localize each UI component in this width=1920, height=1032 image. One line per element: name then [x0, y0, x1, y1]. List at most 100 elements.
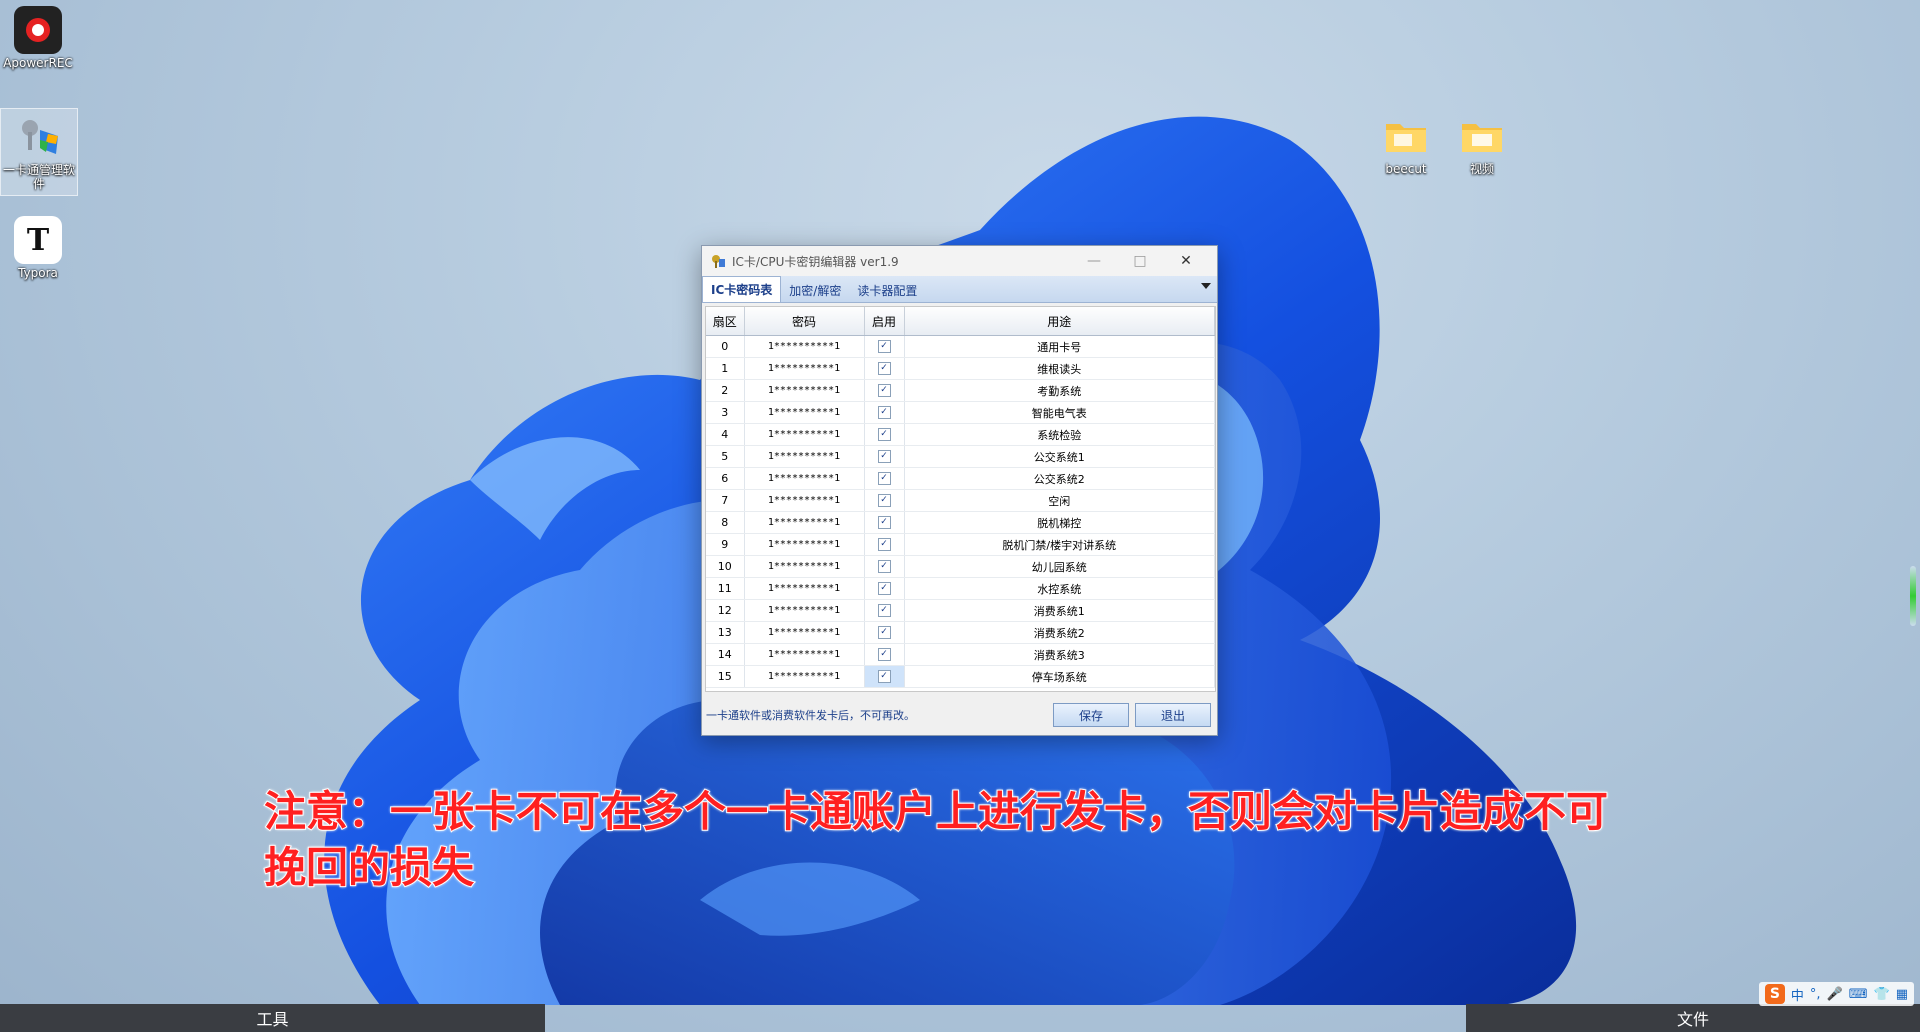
- password-cell[interactable]: 1**********1: [744, 489, 865, 512]
- usage-cell[interactable]: 消费系统3: [904, 643, 1215, 666]
- password-cell[interactable]: 1**********1: [744, 423, 865, 446]
- column-header-enabled[interactable]: 启用: [864, 307, 905, 336]
- table-row[interactable]: 11 1**********1 ✓ 水控系统: [706, 577, 1215, 600]
- table-row[interactable]: 0 1**********1 ✓ 通用卡号: [706, 335, 1215, 358]
- sector-cell[interactable]: 2: [706, 379, 745, 402]
- enabled-cell[interactable]: ✓: [864, 511, 905, 534]
- enabled-cell[interactable]: ✓: [864, 401, 905, 424]
- enabled-cell[interactable]: ✓: [864, 489, 905, 512]
- sector-cell[interactable]: 13: [706, 621, 745, 644]
- maximize-icon[interactable]: □: [1117, 246, 1163, 276]
- save-button[interactable]: 保存: [1053, 703, 1129, 727]
- usage-cell[interactable]: 维根读头: [904, 357, 1215, 380]
- enabled-checkbox[interactable]: ✓: [877, 494, 891, 508]
- usage-cell[interactable]: 通用卡号: [904, 335, 1215, 358]
- table-row[interactable]: 13 1**********1 ✓ 消费系统2: [706, 621, 1215, 644]
- usage-cell[interactable]: 脱机门禁/楼宇对讲系统: [904, 533, 1215, 556]
- password-cell[interactable]: 1**********1: [744, 621, 865, 644]
- enabled-cell[interactable]: ✓: [864, 533, 905, 556]
- enabled-checkbox[interactable]: ✓: [877, 428, 891, 442]
- usage-cell[interactable]: 考勤系统: [904, 379, 1215, 402]
- punctuation-toggle[interactable]: °,: [1810, 987, 1821, 1002]
- column-header-usage[interactable]: 用途: [904, 307, 1215, 336]
- toolbox-icon[interactable]: ▦: [1896, 987, 1908, 1002]
- enabled-cell[interactable]: ✓: [864, 665, 905, 688]
- sector-cell[interactable]: 8: [706, 511, 745, 534]
- microphone-icon[interactable]: 🎤: [1827, 987, 1843, 1002]
- enabled-checkbox[interactable]: ✓: [877, 626, 891, 640]
- usage-cell[interactable]: 空闲: [904, 489, 1215, 512]
- table-row[interactable]: 10 1**********1 ✓ 幼儿园系统: [706, 555, 1215, 578]
- table-row[interactable]: 14 1**********1 ✓ 消费系统3: [706, 643, 1215, 666]
- password-cell[interactable]: 1**********1: [744, 533, 865, 556]
- password-cell[interactable]: 1**********1: [744, 511, 865, 534]
- table-row[interactable]: 3 1**********1 ✓ 智能电气表: [706, 401, 1215, 424]
- desktop-icon-typora[interactable]: T Typora: [0, 212, 76, 280]
- usage-cell[interactable]: 脱机梯控: [904, 511, 1215, 534]
- table-row[interactable]: 6 1**********1 ✓ 公交系统2: [706, 467, 1215, 490]
- sector-cell[interactable]: 5: [706, 445, 745, 468]
- table-row[interactable]: 15 1**********1 ✓ 停车场系统: [706, 665, 1215, 688]
- table-row[interactable]: 4 1**********1 ✓ 系统检验: [706, 423, 1215, 446]
- enabled-checkbox[interactable]: ✓: [877, 450, 891, 464]
- enabled-cell[interactable]: ✓: [864, 577, 905, 600]
- tab-dropdown-icon[interactable]: [1201, 283, 1211, 289]
- password-cell[interactable]: 1**********1: [744, 555, 865, 578]
- desktop-icon-card-manager[interactable]: 一卡通管理软件: [0, 108, 78, 196]
- skin-icon[interactable]: 👕: [1874, 987, 1890, 1002]
- sector-cell[interactable]: 7: [706, 489, 745, 512]
- enabled-cell[interactable]: ✓: [864, 335, 905, 358]
- table-row[interactable]: 5 1**********1 ✓ 公交系统1: [706, 445, 1215, 468]
- column-header-sector[interactable]: 扇区: [706, 307, 745, 336]
- bottom-bar-files[interactable]: 文件: [1466, 1004, 1920, 1032]
- sector-cell[interactable]: 1: [706, 357, 745, 380]
- sector-cell[interactable]: 0: [706, 335, 745, 358]
- usage-cell[interactable]: 幼儿园系统: [904, 555, 1215, 578]
- exit-button[interactable]: 退出: [1135, 703, 1211, 727]
- enabled-cell[interactable]: ✓: [864, 599, 905, 622]
- enabled-cell[interactable]: ✓: [864, 423, 905, 446]
- password-cell[interactable]: 1**********1: [744, 335, 865, 358]
- enabled-checkbox[interactable]: ✓: [877, 648, 891, 662]
- usage-cell[interactable]: 公交系统2: [904, 467, 1215, 490]
- password-cell[interactable]: 1**********1: [744, 445, 865, 468]
- password-cell[interactable]: 1**********1: [744, 643, 865, 666]
- tab-ic-password-table[interactable]: IC卡密码表: [702, 276, 782, 302]
- enabled-checkbox[interactable]: ✓: [877, 406, 891, 420]
- table-row[interactable]: 1 1**********1 ✓ 维根读头: [706, 357, 1215, 380]
- tab-reader-config[interactable]: 读卡器配置: [849, 278, 925, 302]
- column-header-password[interactable]: 密码: [744, 307, 865, 336]
- desktop-icon-video[interactable]: 视频: [1444, 108, 1520, 176]
- password-cell[interactable]: 1**********1: [744, 599, 865, 622]
- enabled-checkbox[interactable]: ✓: [877, 384, 891, 398]
- desktop-icon-apowerrec[interactable]: ApowerREC: [0, 2, 76, 70]
- password-cell[interactable]: 1**********1: [744, 357, 865, 380]
- sector-cell[interactable]: 15: [706, 665, 745, 688]
- desktop-icon-beecut[interactable]: beecut: [1368, 108, 1444, 176]
- password-cell[interactable]: 1**********1: [744, 577, 865, 600]
- enabled-checkbox[interactable]: ✓: [877, 582, 891, 596]
- enabled-checkbox[interactable]: ✓: [877, 560, 891, 574]
- sector-cell[interactable]: 4: [706, 423, 745, 446]
- password-cell[interactable]: 1**********1: [744, 401, 865, 424]
- table-row[interactable]: 7 1**********1 ✓ 空闲: [706, 489, 1215, 512]
- table-row[interactable]: 2 1**********1 ✓ 考勤系统: [706, 379, 1215, 402]
- enabled-checkbox[interactable]: ✓: [877, 538, 891, 552]
- enabled-cell[interactable]: ✓: [864, 643, 905, 666]
- sector-cell[interactable]: 6: [706, 467, 745, 490]
- usage-cell[interactable]: 消费系统2: [904, 621, 1215, 644]
- password-cell[interactable]: 1**********1: [744, 379, 865, 402]
- ime-language-toggle[interactable]: 中: [1791, 985, 1804, 1004]
- password-cell[interactable]: 1**********1: [744, 665, 865, 688]
- enabled-cell[interactable]: ✓: [864, 379, 905, 402]
- enabled-cell[interactable]: ✓: [864, 467, 905, 490]
- enabled-checkbox[interactable]: ✓: [877, 670, 891, 684]
- password-cell[interactable]: 1**********1: [744, 467, 865, 490]
- bottom-bar-tools[interactable]: 工具: [0, 1004, 545, 1032]
- sector-cell[interactable]: 11: [706, 577, 745, 600]
- sector-cell[interactable]: 12: [706, 599, 745, 622]
- enabled-cell[interactable]: ✓: [864, 357, 905, 380]
- sector-cell[interactable]: 14: [706, 643, 745, 666]
- enabled-checkbox[interactable]: ✓: [877, 604, 891, 618]
- sector-cell[interactable]: 3: [706, 401, 745, 424]
